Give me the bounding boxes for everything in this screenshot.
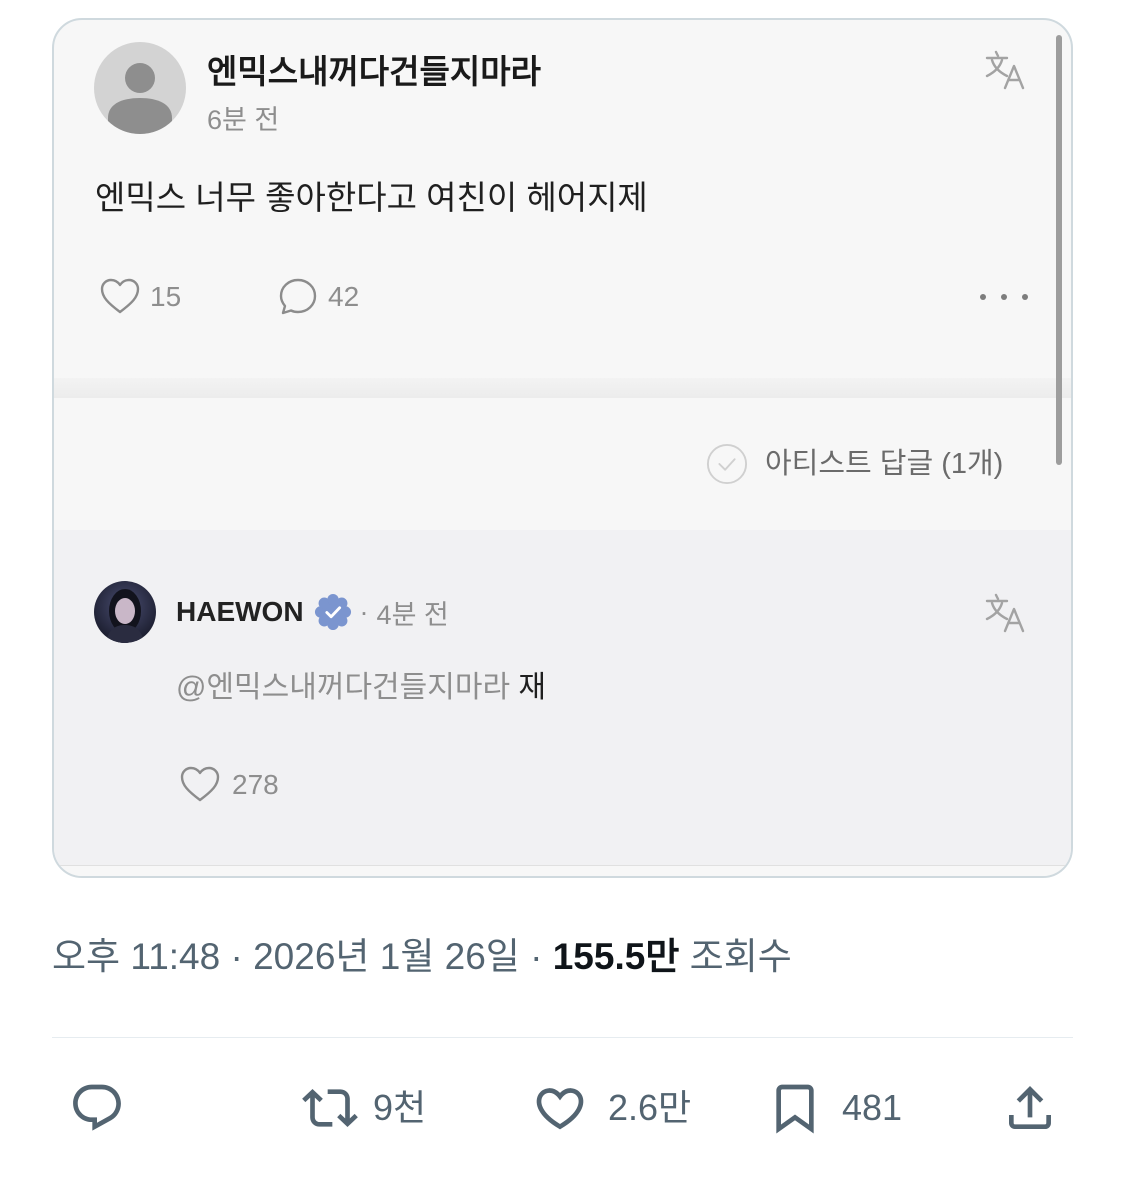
more-dots-icon bbox=[980, 290, 1028, 304]
share-icon[interactable] bbox=[1002, 1080, 1058, 1136]
separator: · bbox=[530, 936, 543, 977]
separator: · bbox=[230, 936, 243, 977]
divider bbox=[52, 1037, 1073, 1038]
more-dot bbox=[980, 294, 986, 300]
fan-like-count: 15 bbox=[150, 281, 182, 312]
retweet-icon[interactable] bbox=[302, 1080, 358, 1136]
retweet-count[interactable]: 9천 bbox=[373, 1086, 426, 1130]
more-dot bbox=[1022, 294, 1028, 300]
heart-icon[interactable] bbox=[532, 1080, 588, 1136]
tweet-time[interactable]: 오후 11:48 bbox=[52, 936, 220, 977]
bookmark-icon[interactable] bbox=[767, 1080, 823, 1136]
fan-post-time: 6분 전 bbox=[207, 105, 280, 135]
translate-icon bbox=[983, 591, 1027, 635]
reply-body: 재 bbox=[518, 671, 547, 704]
embedded-image[interactable]: 엔믹스내꺼다건들지마라 6분 전 엔믹스 너무 좋아한다고 여친이 헤어지제 1… bbox=[52, 18, 1073, 878]
heart-outline-icon bbox=[98, 275, 142, 319]
fan-username: 엔믹스내꺼다건들지마라 bbox=[207, 53, 541, 90]
fan-post-text: 엔믹스 너무 좋아한다고 여친이 헤어지제 bbox=[95, 179, 648, 216]
default-avatar-icon bbox=[94, 42, 186, 134]
artist-reply-time: 4분 전 bbox=[376, 599, 449, 630]
comment-bubble-icon bbox=[276, 275, 320, 319]
separator: · bbox=[359, 596, 369, 627]
artist-name: HAEWON bbox=[176, 596, 304, 627]
views-label: 조회수 bbox=[689, 936, 792, 977]
mention: @엔믹스내꺼다건들지마라 bbox=[176, 671, 511, 704]
tweet-date[interactable]: 2026년 1월 26일 bbox=[253, 936, 520, 977]
scrollbar bbox=[1056, 35, 1062, 465]
view-count: 155.5만 bbox=[552, 936, 680, 977]
tweet-timestamp-line: 오후 11:48 · 2026년 1월 26일 · 155.5만 조회수 bbox=[52, 934, 792, 980]
translate-icon bbox=[983, 48, 1027, 92]
artist-avatar bbox=[94, 581, 156, 643]
artist-reply-like-count: 278 bbox=[232, 769, 279, 800]
check-circle-icon bbox=[706, 443, 748, 485]
artist-reply: HAEWON · 4분 전 @엔믹스내꺼다건들지마라 재 278 bbox=[54, 530, 1071, 865]
list-bottom-edge bbox=[54, 865, 1071, 876]
reply-icon[interactable] bbox=[69, 1080, 125, 1136]
artist-reply-header: HAEWON · 4분 전 bbox=[176, 593, 449, 631]
more-dot bbox=[1001, 294, 1007, 300]
heart-outline-icon bbox=[178, 763, 222, 807]
like-count[interactable]: 2.6만 bbox=[608, 1086, 691, 1130]
section-divider-band bbox=[54, 378, 1071, 398]
artist-reply-text: @엔믹스내꺼다건들지마라 재 bbox=[176, 669, 546, 707]
bookmark-count[interactable]: 481 bbox=[842, 1086, 902, 1130]
artist-reply-toggle: 아티스트 답글 (1개) bbox=[765, 448, 1004, 480]
verified-badge-icon bbox=[314, 593, 352, 631]
fan-comment-count: 42 bbox=[328, 281, 360, 312]
